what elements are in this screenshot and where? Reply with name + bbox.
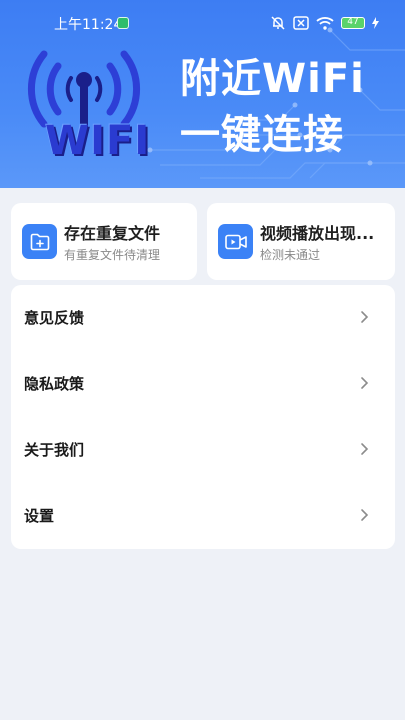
menu-item-label: 隐私政策 xyxy=(24,375,85,393)
status-icons: 47 xyxy=(270,14,379,32)
menu-item-about[interactable]: 关于我们 xyxy=(11,417,395,483)
menu-item-label: 意见反馈 xyxy=(24,309,85,327)
card-title: 视频播放出现... xyxy=(260,224,375,243)
battery-icon: 47 xyxy=(341,17,365,29)
chevron-right-icon xyxy=(361,311,369,323)
mute-bell-icon xyxy=(271,16,285,30)
sim-off-icon xyxy=(293,16,309,30)
menu-item-privacy[interactable]: 隐私政策 xyxy=(11,351,395,417)
duplicate-files-card[interactable]: 存在重复文件 有重复文件待清理 xyxy=(11,203,197,280)
menu-item-label: 设置 xyxy=(24,507,55,525)
card-title: 存在重复文件 xyxy=(64,224,161,243)
status-time: 上午11:24 xyxy=(54,17,123,33)
card-subtitle: 有重复文件待清理 xyxy=(64,248,161,262)
hero-banner: 上午11:24 47 WIFI 附近WiFi 一键连接 xyxy=(0,0,405,188)
card-subtitle: 检测未通过 xyxy=(260,248,321,262)
chevron-right-icon xyxy=(361,509,369,521)
chevron-right-icon xyxy=(361,377,369,389)
video-playback-card[interactable]: 视频播放出现... 检测未通过 xyxy=(207,203,395,280)
settings-menu: 意见反馈 隐私政策 关于我们 设置 xyxy=(11,285,395,549)
menu-item-label: 关于我们 xyxy=(24,441,85,459)
app-notification-icon xyxy=(117,17,129,29)
video-icon xyxy=(218,224,253,259)
hero-title-line1: 附近WiFi xyxy=(180,56,365,102)
charging-icon xyxy=(372,17,379,29)
folder-plus-icon xyxy=(22,224,57,259)
hero-title-line2: 一键连接 xyxy=(180,112,344,158)
status-bar: 上午11:24 47 xyxy=(0,0,405,40)
menu-item-settings[interactable]: 设置 xyxy=(11,483,395,549)
wifi-signal-icon xyxy=(316,17,334,30)
chevron-right-icon xyxy=(361,443,369,455)
menu-item-feedback[interactable]: 意见反馈 xyxy=(11,285,395,351)
wifi-logo-text: WIFI xyxy=(45,118,151,164)
